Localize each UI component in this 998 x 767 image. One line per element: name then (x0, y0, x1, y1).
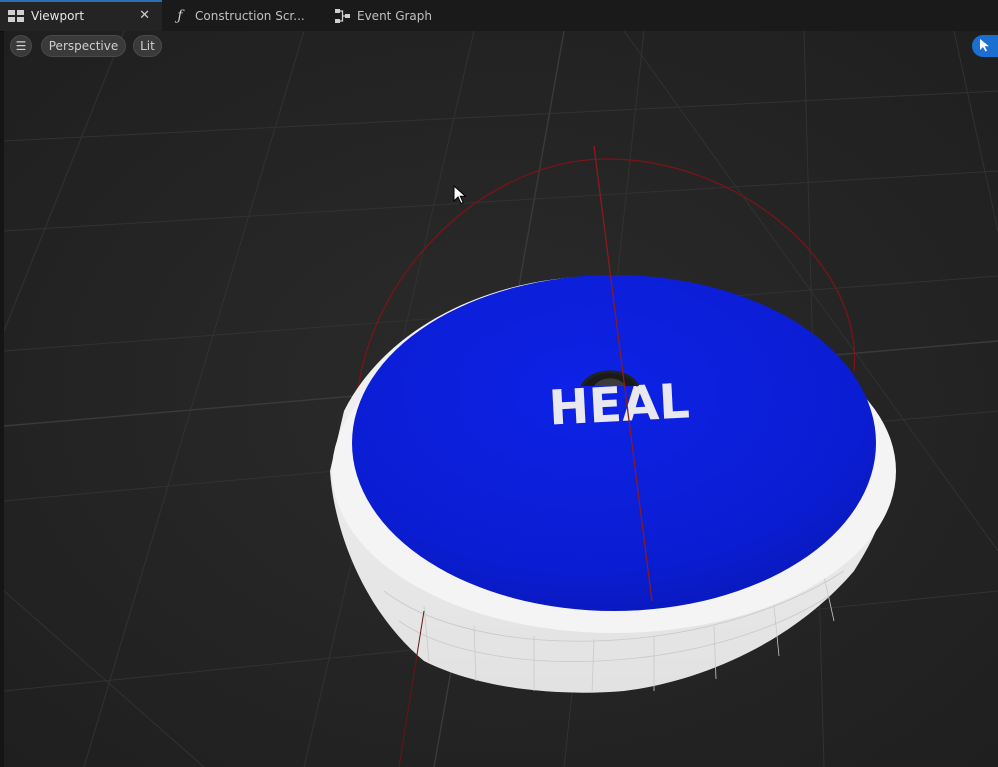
tab-event-graph[interactable]: Event Graph (326, 0, 466, 31)
select-mode-button[interactable] (972, 35, 998, 57)
hamburger-icon: ☰ (15, 39, 27, 53)
tab-label: Construction Scr... (195, 8, 305, 23)
view-mode-label: Perspective (48, 39, 119, 53)
tab-viewport[interactable]: Viewport ✕ (0, 0, 162, 31)
tab-label: Viewport (31, 8, 85, 23)
tab-construction-script[interactable]: ƒ Construction Scr... (164, 0, 324, 31)
mouse-cursor-icon (453, 184, 467, 209)
editor-tab-bar: Viewport ✕ ƒ Construction Scr... Event G… (0, 0, 998, 32)
select-arrow-icon (979, 37, 991, 56)
viewport-scene: HEAL (4, 31, 998, 767)
level-viewport[interactable]: HEAL ☰ Perspective Lit (4, 31, 998, 767)
graph-icon (334, 8, 350, 24)
viewport-icon (8, 8, 24, 24)
viewport-options-button[interactable]: ☰ (10, 35, 32, 57)
lighting-mode-button[interactable]: Lit (133, 35, 162, 57)
pad-top (352, 275, 876, 611)
tab-label: Event Graph (357, 8, 432, 23)
close-tab-icon[interactable]: ✕ (139, 8, 150, 23)
function-icon: ƒ (177, 7, 183, 24)
lighting-mode-label: Lit (140, 39, 155, 53)
view-mode-button[interactable]: Perspective (41, 35, 126, 57)
